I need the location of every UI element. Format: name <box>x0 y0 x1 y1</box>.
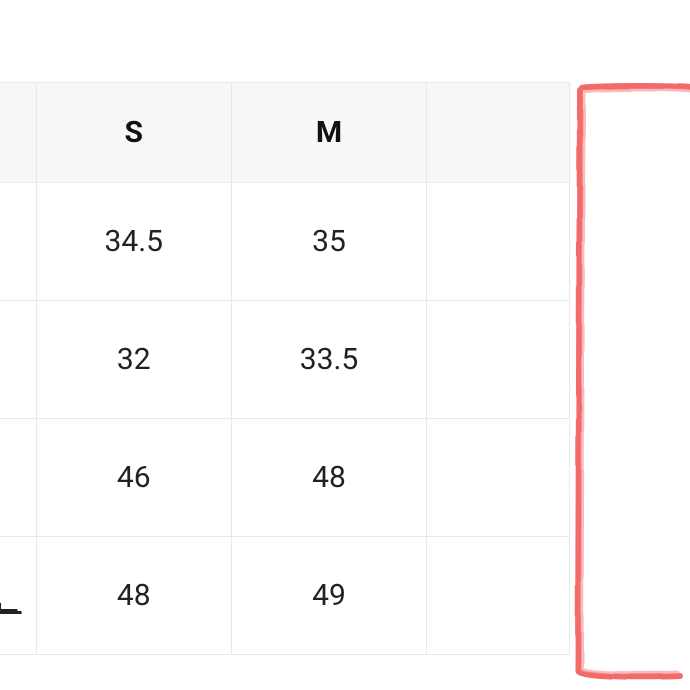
row-label <box>0 301 36 419</box>
cell-m: 48 <box>231 419 426 537</box>
table-row: ᅧᆫ 48 49 <box>0 537 570 655</box>
cell-s: 46 <box>36 419 231 537</box>
cell-extra <box>427 419 570 537</box>
header-size-extra <box>427 83 570 183</box>
cell-extra <box>427 183 570 301</box>
header-blank <box>0 83 36 183</box>
table-row: 32 33.5 <box>0 301 570 419</box>
cell-m: 35 <box>231 183 426 301</box>
row-label <box>0 419 36 537</box>
size-table: S M 34.5 35 32 33.5 46 48 <box>0 82 570 655</box>
cell-extra <box>427 537 570 655</box>
row-label: ᅧᆫ <box>0 537 36 655</box>
table-header-row: S M <box>0 83 570 183</box>
hand-drawn-highlight <box>570 80 690 680</box>
cell-s: 32 <box>36 301 231 419</box>
header-size-s: S <box>36 83 231 183</box>
row-label-text: ᅧᆫ <box>0 574 36 618</box>
table-row: 46 48 <box>0 419 570 537</box>
cell-m: 49 <box>231 537 426 655</box>
size-chart-crop: S M 34.5 35 32 33.5 46 48 <box>0 0 690 690</box>
cell-s: 48 <box>36 537 231 655</box>
cell-s: 34.5 <box>36 183 231 301</box>
header-size-m: M <box>231 83 426 183</box>
row-label <box>0 183 36 301</box>
cell-m: 33.5 <box>231 301 426 419</box>
cell-extra <box>427 301 570 419</box>
table-row: 34.5 35 <box>0 183 570 301</box>
